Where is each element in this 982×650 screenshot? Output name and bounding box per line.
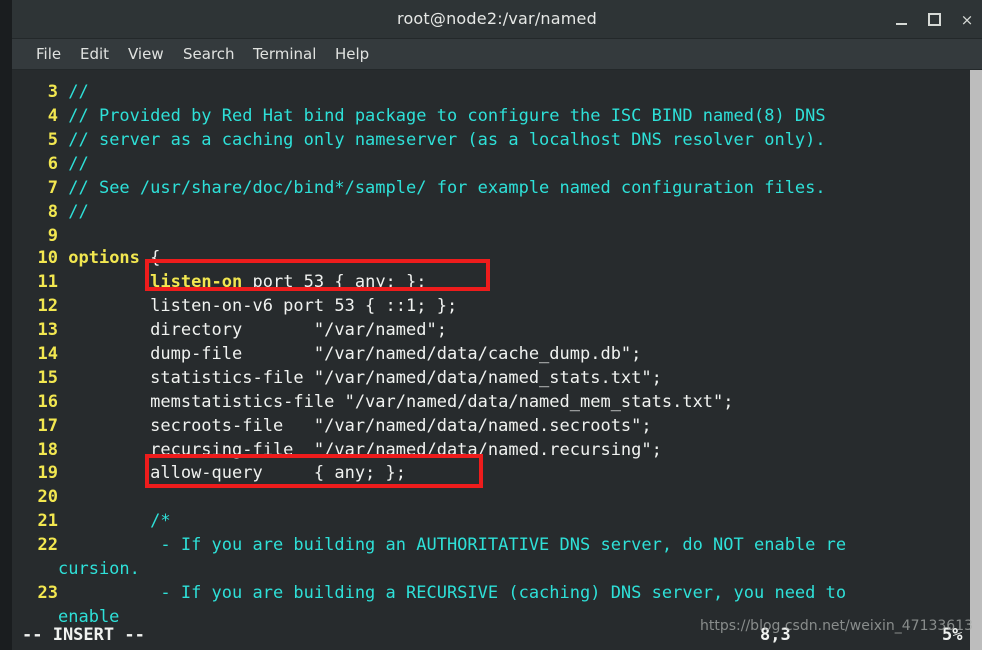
line-text-segment: allow-query { any; }; xyxy=(68,463,407,483)
line-text-segment: directory "/var/named"; xyxy=(68,320,447,340)
editor-line: 12 listen-on-v6 port 53 { ::1; }; xyxy=(12,294,458,318)
editor-line: 21 /* xyxy=(12,509,171,533)
scroll-percentage: 5% xyxy=(942,625,963,645)
editor-line: 22 - If you are building an AUTHORITATIV… xyxy=(12,533,847,557)
line-number: 4 xyxy=(47,106,58,126)
window-title: root@node2:/var/named xyxy=(397,9,597,28)
editor-line: 17 secroots-file "/var/named/data/named.… xyxy=(12,414,652,438)
menu-item-file[interactable]: File xyxy=(30,43,67,65)
line-text-segment: listen-on xyxy=(150,272,243,292)
line-text-segment: recursing-file "/var/named/data/named.re… xyxy=(68,440,662,460)
line-number: 21 xyxy=(37,511,58,531)
line-text-segment: // server as a caching only nameserver (… xyxy=(68,130,826,150)
menu-item-search[interactable]: Search xyxy=(177,43,241,65)
line-number: 23 xyxy=(37,583,58,603)
line-number: 17 xyxy=(37,416,58,436)
editor-line: 8 // xyxy=(12,200,89,224)
cursor-position: 8,3 xyxy=(760,625,791,645)
editor-wrapped-line: cursion. xyxy=(12,557,140,581)
editor-line: 7 // See /usr/share/doc/bind*/sample/ fo… xyxy=(12,176,826,200)
maximize-button[interactable] xyxy=(925,11,943,29)
editor-line: 10 options { xyxy=(12,246,161,270)
editor-line: 11 listen-on port 53 { any; }; xyxy=(12,270,427,294)
line-text-segment: dump-file "/var/named/data/cache_dump.db… xyxy=(68,344,642,364)
line-number: 7 xyxy=(47,178,58,198)
editor-line: 5 // server as a caching only nameserver… xyxy=(12,128,826,152)
line-text-segment: options xyxy=(68,248,140,268)
title-bar: root@node2:/var/named × xyxy=(12,0,982,39)
editor-line: 16 memstatistics-file "/var/named/data/n… xyxy=(12,390,734,414)
menu-item-help[interactable]: Help xyxy=(329,43,375,65)
editor-line: 4 // Provided by Red Hat bind package to… xyxy=(12,104,826,128)
menu-item-terminal[interactable]: Terminal xyxy=(247,43,322,65)
line-number: 9 xyxy=(47,226,58,246)
line-text-segment: listen-on-v6 port 53 { ::1; }; xyxy=(68,296,458,316)
line-number: 8 xyxy=(47,202,58,222)
maximize-icon xyxy=(927,13,941,26)
line-number: 16 xyxy=(37,392,58,412)
line-number: 12 xyxy=(37,296,58,316)
line-text-segment: secroots-file "/var/named/data/named.sec… xyxy=(68,416,652,436)
line-number: 5 xyxy=(47,130,58,150)
editor-line: 14 dump-file "/var/named/data/cache_dump… xyxy=(12,342,642,366)
line-text-segment: - If you are building an AUTHORITATIVE D… xyxy=(68,535,847,555)
line-number: 22 xyxy=(37,535,58,555)
editor-line: 3 // xyxy=(12,80,89,104)
vim-mode-indicator: -- INSERT -- xyxy=(22,625,145,645)
editor-line: 13 directory "/var/named"; xyxy=(12,318,447,342)
line-text-segment: { xyxy=(139,248,161,268)
terminal-window: root@node2:/var/named × File Edit View Sear… xyxy=(0,0,982,650)
line-text-segment xyxy=(68,272,150,292)
line-number: 3 xyxy=(47,82,58,102)
editor-line: 23 - If you are building a RECURSIVE (ca… xyxy=(12,581,847,605)
line-text-segment: // xyxy=(68,82,89,102)
window-left-edge xyxy=(0,0,12,650)
line-text-segment xyxy=(68,511,150,531)
line-number: 19 xyxy=(37,463,58,483)
terminal-content[interactable]: 3 //4 // Provided by Red Hat bind packag… xyxy=(12,70,970,650)
line-text-segment: - If you are building a RECURSIVE (cachi… xyxy=(68,583,847,603)
editor-line: 9 xyxy=(12,224,68,248)
vim-status-bar: -- INSERT -- 8,3 5% xyxy=(12,622,970,650)
close-button[interactable]: × xyxy=(958,11,976,29)
editor-line: 19 allow-query { any; }; xyxy=(12,461,407,485)
menu-item-edit[interactable]: Edit xyxy=(74,43,115,65)
editor-line: 15 statistics-file "/var/named/data/name… xyxy=(12,366,662,390)
line-text-segment: port 53 { any; }; xyxy=(242,272,427,292)
line-text-segment: statistics-file "/var/named/data/named_s… xyxy=(68,368,662,388)
menu-item-view[interactable]: View xyxy=(122,43,170,65)
line-text-segment: // xyxy=(68,202,89,222)
editor-line: 20 xyxy=(12,485,68,509)
wrapped-text: cursion. xyxy=(58,559,140,579)
line-number: 10 xyxy=(37,248,58,268)
line-text-segment: // xyxy=(68,154,89,174)
line-text-segment: // See /usr/share/doc/bind*/sample/ for … xyxy=(68,178,826,198)
line-number: 15 xyxy=(37,368,58,388)
line-text-segment: // Provided by Red Hat bind package to c… xyxy=(68,106,826,126)
minimize-icon xyxy=(895,22,907,25)
line-number: 18 xyxy=(37,440,58,460)
line-text-segment: /* xyxy=(150,511,171,531)
minimize-button[interactable] xyxy=(892,11,910,29)
line-number: 11 xyxy=(37,272,58,292)
line-number: 14 xyxy=(37,344,58,364)
line-number: 13 xyxy=(37,320,58,340)
line-number: 20 xyxy=(37,487,58,507)
line-number: 6 xyxy=(47,154,58,174)
editor-line: 18 recursing-file "/var/named/data/named… xyxy=(12,438,662,462)
menu-bar: File Edit View Search Terminal Help xyxy=(12,39,982,70)
line-text-segment: memstatistics-file "/var/named/data/name… xyxy=(68,392,734,412)
vertical-scrollbar[interactable] xyxy=(970,70,982,650)
editor-line: 6 // xyxy=(12,152,89,176)
